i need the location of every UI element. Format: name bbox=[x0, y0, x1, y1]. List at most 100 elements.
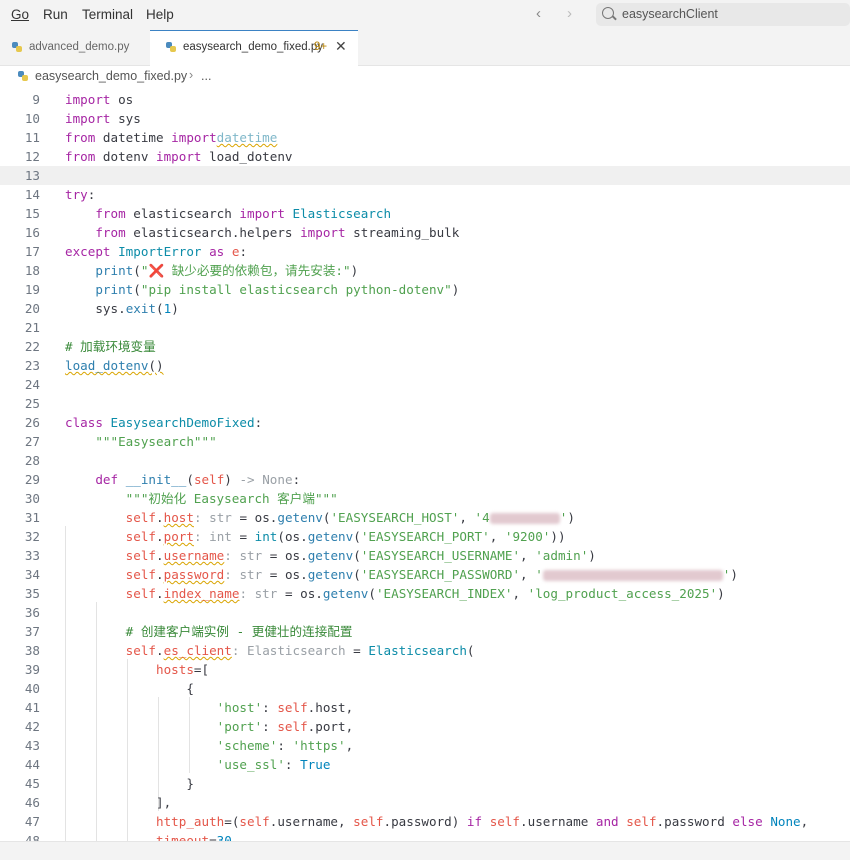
code-line[interactable]: 48 timeout=30 bbox=[0, 831, 850, 841]
code-token: import bbox=[65, 92, 111, 107]
code-token: 'port' bbox=[216, 719, 263, 734]
code-line[interactable]: 35 self.index_name: str = os.getenv('EAS… bbox=[0, 584, 850, 603]
python-file-icon bbox=[12, 42, 22, 52]
code-line[interactable]: 27 """Easysearch""" bbox=[0, 432, 850, 451]
code-token: sys bbox=[110, 111, 141, 126]
code-line[interactable]: 44 'use_ssl': True bbox=[0, 755, 850, 774]
code-line[interactable]: 17 except ImportError as e: bbox=[0, 242, 850, 261]
code-token: def bbox=[95, 472, 119, 487]
line-number: 45 bbox=[24, 776, 40, 791]
code-token: : str bbox=[224, 567, 263, 582]
code-token: , bbox=[800, 814, 809, 829]
code-line[interactable]: 18 print("❌ 缺少必要的依赖包，请先安装:") bbox=[0, 261, 850, 280]
code-line[interactable]: 23 load_dotenv() bbox=[0, 356, 850, 375]
code-line[interactable]: 16 from elasticsearch.helpers import str… bbox=[0, 223, 850, 242]
code-token: 'EASYSEARCH_USERNAME' bbox=[360, 548, 521, 563]
code-line[interactable]: 29 def __init__(self) -> None: bbox=[0, 470, 850, 489]
code-line[interactable]: 12 from dotenv import load_dotenv bbox=[0, 147, 850, 166]
menu-help[interactable]: Help bbox=[146, 7, 174, 22]
code-line[interactable]: 30 """初始化 Easysearch 客户端""" bbox=[0, 489, 850, 508]
arrow-left-icon[interactable]: ‹ bbox=[536, 5, 541, 22]
code-line[interactable]: 34 self.password: str = os.getenv('EASYS… bbox=[0, 565, 850, 584]
breadcrumb-file[interactable]: easysearch_demo_fixed.py bbox=[35, 69, 187, 83]
code-line[interactable]: 19 print("pip install elasticsearch pyth… bbox=[0, 280, 850, 299]
code-line[interactable]: 22 # 加载环境变量 bbox=[0, 337, 850, 356]
tab-advanced-demo[interactable]: advanced_demo.py bbox=[0, 30, 150, 65]
code-token: 'scheme' bbox=[216, 738, 278, 753]
code-token: : str bbox=[224, 548, 263, 563]
code-token: : bbox=[262, 700, 278, 715]
code-token: self bbox=[277, 719, 308, 734]
code-line[interactable]: 33 self.username: str = os.getenv('EASYS… bbox=[0, 546, 850, 565]
code-line[interactable]: 42 'port': self.port, bbox=[0, 717, 850, 736]
code-line[interactable]: 45 } bbox=[0, 774, 850, 793]
tab-easysearch-demo-fixed[interactable]: easysearch_demo_fixed.py 9+ ✕ bbox=[150, 30, 358, 66]
code-line[interactable]: 28 bbox=[0, 451, 850, 470]
code-line[interactable]: 38 self.es_client: Elasticsearch = Elast… bbox=[0, 641, 850, 660]
arrow-right-icon[interactable]: › bbox=[567, 5, 572, 22]
code-line[interactable]: 13 bbox=[0, 166, 850, 185]
code-token: ) bbox=[451, 282, 460, 297]
code-token: 'EASYSEARCH_PORT' bbox=[360, 529, 490, 544]
code-line[interactable]: 43 'scheme': 'https', bbox=[0, 736, 850, 755]
code-token: ], bbox=[156, 795, 172, 810]
code-line[interactable]: 40 { bbox=[0, 679, 850, 698]
line-number: 22 bbox=[24, 339, 40, 354]
code-token: self bbox=[125, 586, 157, 601]
code-line[interactable]: 21 bbox=[0, 318, 850, 337]
line-number: 19 bbox=[24, 282, 40, 297]
code-line[interactable]: 20 sys.exit(1) bbox=[0, 299, 850, 318]
code-line[interactable]: 47 http_auth=(self.username, self.passwo… bbox=[0, 812, 850, 831]
code-line[interactable]: 46 ], bbox=[0, 793, 850, 812]
line-code: self.username: str = os.getenv('EASYSEAR… bbox=[65, 546, 596, 565]
line-code: print("pip install elasticsearch python-… bbox=[65, 280, 459, 299]
line-number: 24 bbox=[24, 377, 40, 392]
code-token: self bbox=[193, 472, 225, 487]
line-number: 9 bbox=[32, 92, 40, 107]
code-line[interactable]: 14 try: bbox=[0, 185, 850, 204]
code-line[interactable]: 10 import sys bbox=[0, 109, 850, 128]
line-number: 46 bbox=[24, 795, 40, 810]
code-editor[interactable]: 9 import os 10 import sys 11 from datetime im… bbox=[0, 89, 850, 841]
code-token: : bbox=[277, 738, 293, 753]
code-line[interactable]: 37 # 创建客户端实例 - 更健壮的连接配置 bbox=[0, 622, 850, 641]
line-number: 40 bbox=[24, 681, 40, 696]
code-line[interactable]: 32 self.port: int = int(os.getenv('EASYS… bbox=[0, 527, 850, 546]
breadcrumb-more[interactable]: ... bbox=[201, 69, 211, 83]
code-line[interactable]: 31 self.host: str = os.getenv('EASYSEARC… bbox=[0, 508, 850, 527]
code-line[interactable]: 39 hosts=[ bbox=[0, 660, 850, 679]
code-line[interactable]: 36 bbox=[0, 603, 850, 622]
line-number: 26 bbox=[24, 415, 40, 430]
code-line[interactable]: 15 from elasticsearch import Elasticsear… bbox=[0, 204, 850, 223]
code-line[interactable]: 11 from datetime importdatetime bbox=[0, 128, 850, 147]
code-line[interactable]: 41 'host': self.host, bbox=[0, 698, 850, 717]
menu-terminal[interactable]: Terminal bbox=[82, 7, 133, 22]
code-line[interactable]: 24 bbox=[0, 375, 850, 394]
code-line[interactable]: 9 import os bbox=[0, 90, 850, 109]
code-token: try bbox=[65, 187, 88, 202]
code-token: # 加载环境变量 bbox=[65, 339, 156, 354]
line-number: 31 bbox=[24, 510, 40, 525]
code-token: True bbox=[300, 757, 331, 772]
menu-run[interactable]: Run bbox=[43, 7, 68, 22]
line-number: 43 bbox=[24, 738, 40, 753]
line-code: class EasysearchDemoFixed: bbox=[65, 413, 262, 432]
code-token: =[ bbox=[193, 662, 210, 677]
problems-badge: 9+ bbox=[314, 41, 328, 53]
line-number: 41 bbox=[24, 700, 40, 715]
menu-go[interactable]: Go bbox=[11, 7, 29, 22]
close-icon[interactable]: ✕ bbox=[335, 38, 347, 55]
code-line[interactable]: 26 class EasysearchDemoFixed: bbox=[0, 413, 850, 432]
line-code: import os bbox=[65, 90, 133, 109]
code-token: = bbox=[231, 529, 255, 544]
code-token: = os. bbox=[262, 567, 308, 582]
command-center-search[interactable]: easysearchClient bbox=[596, 3, 850, 26]
search-input[interactable]: easysearchClient bbox=[622, 7, 718, 21]
code-line[interactable]: 25 bbox=[0, 394, 850, 413]
